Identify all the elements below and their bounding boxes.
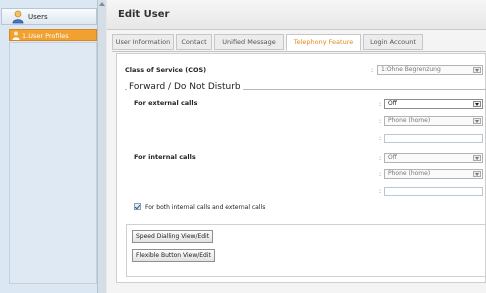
internal-calls-label: For internal calls <box>134 153 196 161</box>
internal-mode-select[interactable]: Off <box>384 153 483 163</box>
sidebar: Users 1.User Profiles <box>0 0 100 293</box>
external-number-colon: : <box>379 134 382 142</box>
tab-telephony-feature[interactable]: Telephony Feature <box>286 34 361 51</box>
internal-mode-colon: : <box>379 154 382 162</box>
tab-unified-message[interactable]: Unified Message <box>214 34 284 50</box>
tab-login-account[interactable]: Login Account <box>363 34 423 50</box>
users-icon <box>12 10 24 24</box>
cos-value: 1:Ohne Begrenzung <box>381 66 441 73</box>
main-content: Edit User User Information Contact Unifi… <box>107 0 486 293</box>
internal-dest-colon: : <box>379 170 382 178</box>
page-title: Edit User <box>118 9 170 20</box>
sidebar-panel <box>9 42 97 284</box>
external-mode-select[interactable]: Off <box>384 99 483 109</box>
internal-number-colon: : <box>379 187 382 195</box>
sidebar-header[interactable]: Users <box>1 8 97 25</box>
internal-mode-value: Off <box>388 154 397 161</box>
cos-select[interactable]: 1:Ohne Begrenzung <box>377 65 483 75</box>
chevron-down-icon <box>473 101 481 107</box>
flexible-button-button[interactable]: Flexible Button View/Edit <box>132 249 215 262</box>
tab-bar: User Information Contact Unified Message… <box>112 34 486 52</box>
sidebar-item-user-profiles[interactable]: 1.User Profiles <box>9 29 97 41</box>
both-calls-label: For both internal calls and external cal… <box>145 204 266 211</box>
chevron-down-icon <box>473 67 481 73</box>
external-dest-value: Phone (home) <box>388 117 431 124</box>
title-bar: Edit User <box>107 0 486 30</box>
external-mode-colon: : <box>379 100 382 108</box>
external-dest-colon: : <box>379 117 382 125</box>
cos-colon: : <box>371 66 374 74</box>
speed-dialling-button[interactable]: Speed Dialling View/Edit <box>132 230 214 243</box>
button-group: Speed Dialling View/Edit Flexible Button… <box>126 224 486 277</box>
sidebar-item-label: 1.User Profiles <box>22 32 69 40</box>
telephony-panel: Class of Service (COS) : 1:Ohne Begrenzu… <box>116 53 486 283</box>
cos-label: Class of Service (COS) <box>125 66 207 74</box>
tab-user-information[interactable]: User Information <box>112 34 174 50</box>
internal-number-input[interactable] <box>384 187 483 196</box>
user-profile-icon <box>12 31 20 40</box>
both-calls-checkbox[interactable] <box>134 203 141 210</box>
internal-dest-select[interactable]: Phone (home) <box>384 169 483 179</box>
tab-contact[interactable]: Contact <box>176 34 212 50</box>
chevron-down-icon <box>473 118 481 124</box>
sidebar-header-label: Users <box>28 13 48 21</box>
forward-dnd-legend: Forward / Do Not Disturb <box>127 82 243 92</box>
scroll-up-icon[interactable] <box>99 2 105 6</box>
external-dest-select[interactable]: Phone (home) <box>384 116 483 126</box>
external-mode-value: Off <box>388 100 397 107</box>
chevron-down-icon <box>473 155 481 161</box>
internal-dest-value: Phone (home) <box>388 170 431 177</box>
external-number-input[interactable] <box>384 134 483 143</box>
external-calls-label: For external calls <box>134 99 198 107</box>
chevron-down-icon <box>473 171 481 177</box>
sidebar-scrollbar[interactable] <box>97 0 106 293</box>
